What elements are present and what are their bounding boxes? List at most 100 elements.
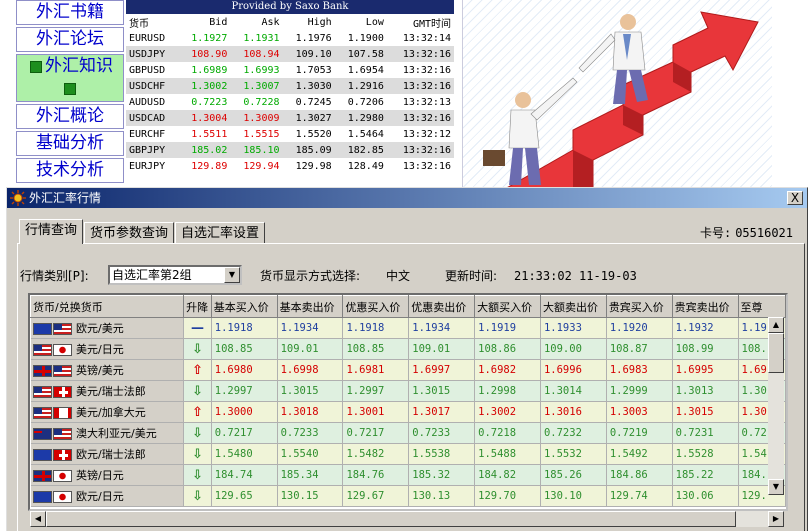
rate-cell[interactable]: 1.3018 (277, 401, 344, 423)
side-menu-link[interactable]: 基础分析 (16, 131, 124, 156)
rate-cell[interactable]: 1.5528 (672, 443, 739, 465)
vertical-scrollbar[interactable]: ▲ ▼ (768, 317, 784, 495)
table-row[interactable]: 欧元/瑞士法郎 ⇩ 1.5480 1.5540 1.5482 1.5538 1.5488 1.… (30, 443, 786, 465)
rate-cell[interactable]: 108.85 (211, 338, 278, 360)
rates-column-header[interactable]: 贵宾卖出价 (671, 295, 739, 318)
table-row[interactable]: 美元/瑞士法郎 ⇩ 1.2997 1.3015 1.2997 1.3015 1.2998 1.… (30, 380, 786, 402)
rate-cell[interactable]: 1.6981 (342, 359, 410, 381)
rates-column-header[interactable]: 至尊 (737, 295, 786, 318)
rate-cell[interactable]: 1.1919 (474, 317, 541, 339)
rate-cell[interactable]: 1.6980 (211, 359, 278, 381)
rate-cell[interactable]: 130.10 (540, 485, 607, 507)
rates-column-header[interactable]: 大额买入价 (474, 295, 541, 318)
rate-cell[interactable]: 1.6998 (277, 359, 344, 381)
rate-cell[interactable]: 1.3014 (540, 380, 607, 402)
rate-cell[interactable]: 0.7218 (474, 422, 541, 444)
rate-cell[interactable]: 1.2999 (606, 380, 673, 402)
rate-cell[interactable]: 1.3015 (672, 401, 739, 423)
rate-cell[interactable]: 1.1932 (672, 317, 739, 339)
dropdown-arrow-icon[interactable]: ▼ (224, 267, 240, 283)
rate-cell[interactable]: 129.65 (211, 485, 278, 507)
category-select[interactable]: 自选汇率第2组 ▼ (108, 265, 242, 285)
rate-cell[interactable]: 1.3003 (606, 401, 673, 423)
rate-cell[interactable]: 1.3017 (408, 401, 476, 423)
rate-cell[interactable]: 0.7217 (211, 422, 278, 444)
rates-grid[interactable]: 货币/兑换货币 升降 基本买入价 基本卖出价 优惠买入价 优惠卖出价 大额买入价 大额卖出价贵… (28, 293, 788, 511)
rate-cell[interactable]: 108.85 (342, 338, 410, 360)
currency-pair-cell[interactable]: 美元/日元 (30, 338, 185, 360)
rate-cell[interactable]: 0.7233 (277, 422, 344, 444)
rate-cell[interactable]: 109.00 (540, 338, 607, 360)
rates-column-header[interactable]: 基本卖出价 (276, 295, 344, 318)
rate-cell[interactable]: 0.7219 (606, 422, 673, 444)
rates-column-header[interactable]: 大额卖出价 (539, 295, 607, 318)
rates-column-header[interactable]: 贵宾买入价 (605, 295, 673, 318)
currency-pair-cell[interactable]: 欧元/美元 (30, 317, 185, 339)
rate-cell[interactable]: 1.3013 (672, 380, 739, 402)
rate-cell[interactable]: 1.2998 (474, 380, 541, 402)
rate-cell[interactable]: 1.1918 (342, 317, 410, 339)
rate-cell[interactable]: 185.32 (408, 464, 476, 486)
rate-cell[interactable]: 0.7217 (342, 422, 410, 444)
currency-pair-cell[interactable]: 美元/瑞士法郎 (30, 380, 185, 402)
side-menu-link[interactable]: 外汇知识 (16, 54, 124, 102)
currency-pair-cell[interactable]: 英镑/美元 (30, 359, 185, 381)
rate-cell[interactable]: 0.7232 (540, 422, 607, 444)
side-menu-link[interactable]: 技术分析 (16, 158, 124, 183)
currency-pair-cell[interactable]: 澳大利亚元/美元 (30, 422, 185, 444)
rate-cell[interactable]: 1.6997 (408, 359, 476, 381)
horizontal-scrollbar[interactable]: ◀ ▶ (30, 511, 784, 527)
rate-cell[interactable]: 129.74 (606, 485, 673, 507)
rate-cell[interactable]: 1.1918 (211, 317, 278, 339)
rate-cell[interactable]: 109.01 (408, 338, 476, 360)
rate-cell[interactable]: 1.5492 (606, 443, 673, 465)
rate-cell[interactable]: 185.26 (540, 464, 607, 486)
scroll-right-icon[interactable]: ▶ (768, 511, 784, 527)
tab-2[interactable]: 自选汇率设置 (175, 222, 266, 244)
rate-cell[interactable]: 1.3002 (474, 401, 541, 423)
rate-cell[interactable]: 1.2997 (342, 380, 410, 402)
rate-cell[interactable]: 1.3000 (211, 401, 278, 423)
rate-cell[interactable]: 1.3001 (342, 401, 410, 423)
rate-cell[interactable]: 1.3015 (277, 380, 344, 402)
rates-column-header[interactable]: 优惠卖出价 (408, 295, 476, 318)
rates-column-header[interactable]: 升降 (183, 295, 212, 318)
side-menu-link[interactable]: 外汇书籍 (16, 0, 124, 25)
rate-cell[interactable]: 1.6983 (606, 359, 673, 381)
table-row[interactable]: 欧元/美元 —1.1918 1.1934 1.1918 1.1934 1.1919 1.19… (30, 317, 786, 339)
rate-cell[interactable]: 1.1934 (277, 317, 344, 339)
rate-cell[interactable]: 1.1920 (606, 317, 673, 339)
rate-cell[interactable]: 1.6996 (540, 359, 607, 381)
rate-cell[interactable]: 130.06 (672, 485, 739, 507)
rate-cell[interactable]: 184.74 (211, 464, 278, 486)
scroll-left-icon[interactable]: ◀ (30, 511, 46, 527)
rates-column-header[interactable]: 优惠买入价 (342, 295, 410, 318)
scroll-up-icon[interactable]: ▲ (768, 317, 784, 333)
rate-cell[interactable]: 130.15 (277, 485, 344, 507)
rate-cell[interactable]: 129.70 (474, 485, 541, 507)
tab-1[interactable]: 货币参数查询 (84, 222, 175, 244)
table-row[interactable]: 美元/日元 ⇩ 108.85 109.01 108.85 109.01 108.86 109.… (30, 338, 786, 360)
horizontal-scroll-thumb[interactable] (46, 511, 736, 527)
close-button[interactable]: X (787, 191, 803, 205)
rate-cell[interactable]: 130.13 (408, 485, 476, 507)
rate-cell[interactable]: 1.3016 (540, 401, 607, 423)
rate-cell[interactable]: 129.67 (342, 485, 410, 507)
rate-cell[interactable]: 1.5488 (474, 443, 541, 465)
table-row[interactable]: 澳大利亚元/美元 ⇩ 0.7217 0.7233 0.7217 0.7233 0.7218 0… (30, 422, 786, 444)
currency-pair-cell[interactable]: 欧元/日元 (30, 485, 185, 507)
currency-pair-cell[interactable]: 欧元/瑞士法郎 (30, 443, 185, 465)
table-row[interactable]: 英镑/日元 ⇩ 184.74 185.34 184.76 185.32 184.82 185.… (30, 464, 786, 486)
rate-cell[interactable]: 1.2997 (211, 380, 278, 402)
rate-cell[interactable]: 1.6995 (672, 359, 739, 381)
table-row[interactable]: 美元/加拿大元 ⇧ 1.3000 1.3018 1.3001 1.3017 1.3002 1.… (30, 401, 786, 423)
rate-cell[interactable]: 1.5482 (342, 443, 410, 465)
currency-pair-cell[interactable]: 英镑/日元 (30, 464, 185, 486)
rate-cell[interactable]: 0.7233 (408, 422, 476, 444)
table-row[interactable]: 欧元/日元 ⇩ 129.65 130.15 129.67 130.13 129.70 130.… (30, 485, 786, 507)
rate-cell[interactable]: 185.34 (277, 464, 344, 486)
rate-cell[interactable]: 1.5480 (211, 443, 278, 465)
rate-cell[interactable]: 1.6982 (474, 359, 541, 381)
rate-cell[interactable]: 1.1933 (540, 317, 607, 339)
rate-cell[interactable]: 108.87 (606, 338, 673, 360)
